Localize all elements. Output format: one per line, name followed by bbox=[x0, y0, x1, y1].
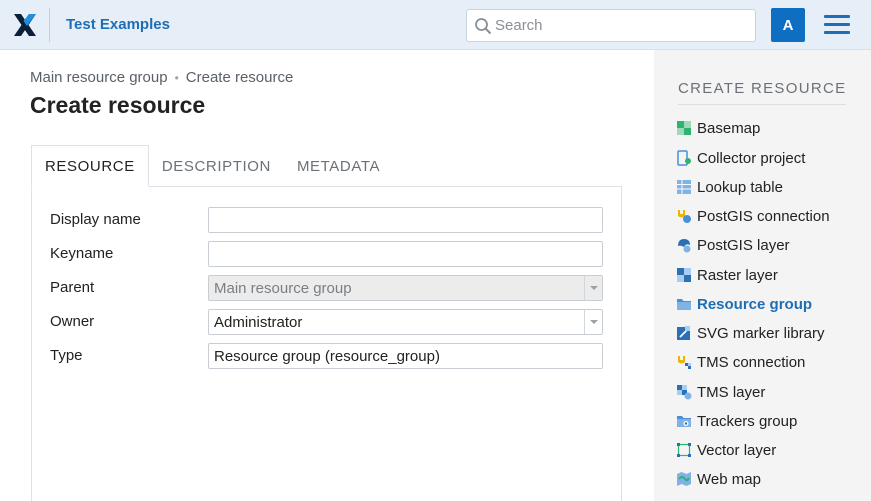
tab-metadata[interactable]: METADATA bbox=[284, 145, 393, 187]
search-input[interactable] bbox=[495, 10, 750, 41]
postgis-layer-icon bbox=[678, 239, 691, 253]
sidebar-item-postgis-layer[interactable]: PostGIS layer bbox=[676, 234, 790, 256]
sidebar-item-label: Resource group bbox=[697, 295, 813, 313]
sidebar-item-postgis-connection[interactable]: PostGIS connection bbox=[676, 205, 830, 227]
sidebar-item-collector-project[interactable]: Collector project bbox=[676, 147, 805, 169]
type-field: Resource group (resource_group) bbox=[208, 343, 603, 369]
parent-label: Parent bbox=[50, 279, 95, 296]
sidebar-item-label: PostGIS connection bbox=[697, 207, 830, 225]
top-header: Test Examples A bbox=[0, 0, 871, 50]
keyname-row: Keyname bbox=[50, 241, 603, 267]
search-icon bbox=[475, 18, 492, 35]
header-divider bbox=[49, 8, 50, 42]
tab-resource[interactable]: RESOURCE bbox=[31, 145, 149, 187]
vector-layer-icon bbox=[677, 443, 691, 457]
sidebar-item-label: Vector layer bbox=[697, 441, 777, 459]
web-map-icon bbox=[677, 472, 691, 486]
sidebar-divider bbox=[678, 104, 846, 105]
tab-bar: RESOURCE DESCRIPTION METADATA bbox=[31, 145, 393, 187]
owner-select[interactable]: Administrator bbox=[208, 309, 603, 335]
sidebar-item-resource-group[interactable]: Resource group bbox=[676, 293, 812, 315]
sidebar-item-label: Lookup table bbox=[697, 178, 783, 196]
app-title-link[interactable]: Test Examples bbox=[66, 16, 170, 33]
sidebar-item-tms-layer[interactable]: TMS layer bbox=[676, 381, 765, 403]
parent-select: Main resource group bbox=[208, 275, 603, 301]
resource-group-icon bbox=[677, 299, 691, 310]
sidebar-item-web-map[interactable]: Web map bbox=[676, 468, 761, 490]
display-name-label: Display name bbox=[50, 211, 141, 228]
sidebar-item-basemap[interactable]: Basemap bbox=[676, 117, 760, 139]
tab-description[interactable]: DESCRIPTION bbox=[149, 145, 284, 187]
svg-marker-library-icon bbox=[677, 326, 690, 340]
breadcrumb-separator: • bbox=[174, 70, 179, 85]
chevron-down-icon[interactable] bbox=[584, 310, 602, 334]
raster-layer-icon bbox=[677, 268, 691, 282]
lookup-table-icon bbox=[677, 180, 691, 194]
owner-row: Owner Administrator bbox=[50, 309, 603, 335]
breadcrumb: Main resource group • Create resource bbox=[30, 69, 293, 86]
sidebar-item-lookup-table[interactable]: Lookup table bbox=[676, 176, 783, 198]
parent-row: Parent Main resource group bbox=[50, 275, 603, 301]
tms-layer-icon bbox=[677, 385, 692, 400]
user-avatar-button[interactable]: A bbox=[771, 8, 805, 42]
sidebar-item-label: Raster layer bbox=[697, 266, 778, 284]
sidebar-item-label: SVG marker library bbox=[697, 324, 825, 342]
breadcrumb-parent-link[interactable]: Main resource group bbox=[30, 69, 168, 86]
sidebar-item-raster-layer[interactable]: Raster layer bbox=[676, 264, 778, 286]
sidebar-item-label: TMS connection bbox=[697, 353, 806, 371]
postgis-connection-icon bbox=[678, 210, 691, 223]
display-name-input[interactable] bbox=[208, 207, 603, 233]
chevron-down-icon bbox=[584, 276, 602, 300]
type-label: Type bbox=[50, 347, 83, 364]
basemap-icon bbox=[677, 121, 691, 135]
keyname-label: Keyname bbox=[50, 245, 114, 262]
app-logo-icon[interactable] bbox=[12, 12, 38, 38]
sidebar-title: CREATE RESOURCE bbox=[678, 80, 847, 97]
sidebar-item-label: Web map bbox=[697, 470, 761, 488]
owner-label: Owner bbox=[50, 313, 95, 330]
sidebar-item-label: Basemap bbox=[697, 119, 761, 137]
display-name-row: Display name bbox=[50, 207, 603, 233]
create-resource-sidebar: CREATE RESOURCE Basemap Collector projec… bbox=[654, 50, 871, 501]
sidebar-item-label: Collector project bbox=[697, 149, 806, 167]
type-row: Type Resource group (resource_group) bbox=[50, 343, 603, 369]
search-box[interactable] bbox=[466, 9, 756, 42]
breadcrumb-current: Create resource bbox=[185, 69, 294, 86]
sidebar-item-label: TMS layer bbox=[697, 383, 766, 401]
owner-select-value: Administrator bbox=[214, 314, 303, 331]
collector-project-icon bbox=[677, 150, 691, 166]
hamburger-menu-icon[interactable] bbox=[824, 14, 852, 36]
sidebar-item-tms-connection[interactable]: TMS connection bbox=[676, 351, 805, 373]
sidebar-item-label: PostGIS layer bbox=[697, 236, 790, 254]
trackers-group-icon bbox=[677, 416, 691, 427]
keyname-input[interactable] bbox=[208, 241, 603, 267]
tms-connection-icon bbox=[678, 356, 691, 369]
sidebar-item-svg-marker-library[interactable]: SVG marker library bbox=[676, 322, 825, 344]
sidebar-item-trackers-group[interactable]: Trackers group bbox=[676, 410, 797, 432]
sidebar-item-vector-layer[interactable]: Vector layer bbox=[676, 439, 776, 461]
page-title: Create resource bbox=[30, 92, 206, 118]
parent-select-value: Main resource group bbox=[214, 280, 352, 297]
sidebar-item-label: Trackers group bbox=[697, 412, 798, 430]
